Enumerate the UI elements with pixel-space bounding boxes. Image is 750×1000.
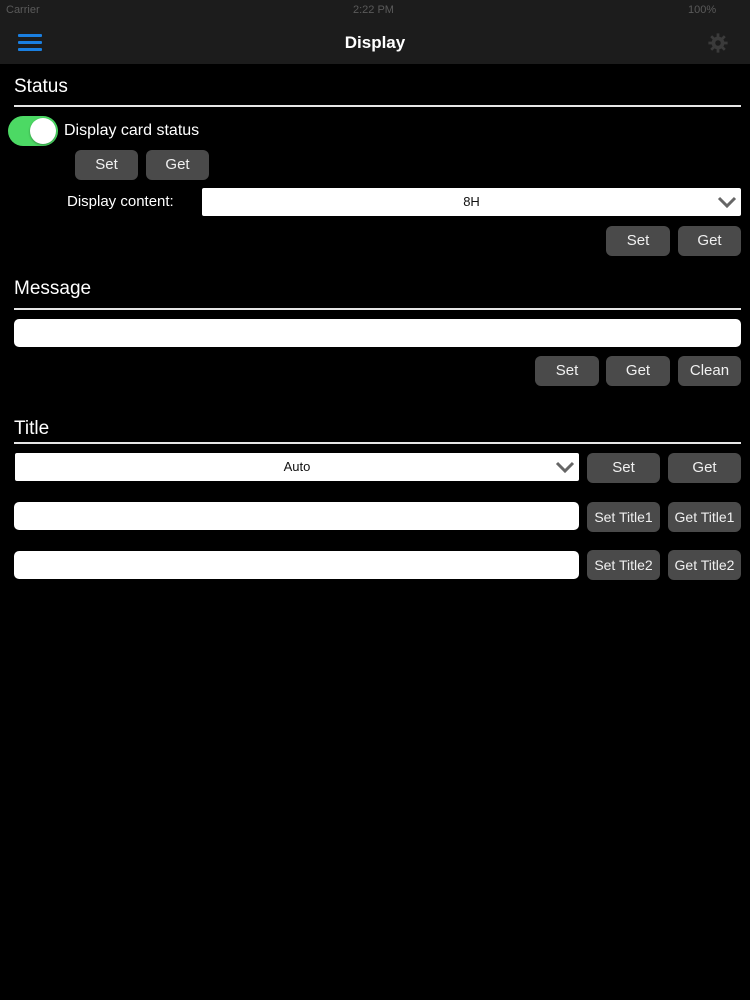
title1-input[interactable]	[14, 502, 579, 530]
message-section-title: Message	[14, 278, 92, 299]
display-content-label: Display content:	[67, 193, 174, 210]
message-get-button[interactable]: Get	[606, 356, 670, 386]
gear-icon[interactable]	[707, 32, 729, 54]
message-input[interactable]	[14, 319, 741, 347]
display-card-status-toggle[interactable]	[8, 116, 58, 146]
page-title: Display	[344, 33, 406, 52]
message-divider	[14, 308, 741, 310]
display-content-select[interactable]: 8H	[202, 188, 741, 216]
title-get-button[interactable]: Get	[668, 453, 741, 483]
message-clean-button[interactable]: Clean	[678, 356, 741, 386]
get-title2-button[interactable]: Get Title2	[668, 550, 741, 580]
battery-text: 100%	[688, 4, 717, 16]
set-title1-button[interactable]: Set Title1	[587, 502, 660, 532]
clock-text: 2:22 PM	[353, 4, 394, 16]
chevron-down-icon	[555, 461, 575, 474]
display-content-set-button[interactable]: Set	[606, 226, 670, 256]
title-divider	[14, 442, 741, 444]
display-card-status-label: Display card status	[64, 122, 200, 139]
navigation-bar: Display	[0, 22, 750, 64]
status-get-button[interactable]: Get	[146, 150, 209, 180]
title-mode-select[interactable]: Auto	[15, 453, 579, 481]
display-content-value: 8H	[463, 194, 480, 209]
display-content-get-button[interactable]: Get	[678, 226, 741, 256]
title-section-title: Title	[14, 418, 50, 439]
status-section-title: Status	[14, 76, 68, 97]
toggle-knob	[30, 118, 56, 144]
status-divider	[14, 105, 741, 107]
chevron-down-icon	[717, 196, 737, 209]
carrier-text: Carrier	[6, 4, 40, 16]
title-mode-value: Auto	[283, 459, 311, 474]
message-set-button[interactable]: Set	[535, 356, 599, 386]
status-set-button[interactable]: Set	[75, 150, 138, 180]
title-set-button[interactable]: Set	[587, 453, 660, 483]
title2-input[interactable]	[14, 551, 579, 579]
set-title2-button[interactable]: Set Title2	[587, 550, 660, 580]
status-bar: Carrier 2:22 PM 100%	[0, 0, 750, 22]
get-title1-button[interactable]: Get Title1	[668, 502, 741, 532]
